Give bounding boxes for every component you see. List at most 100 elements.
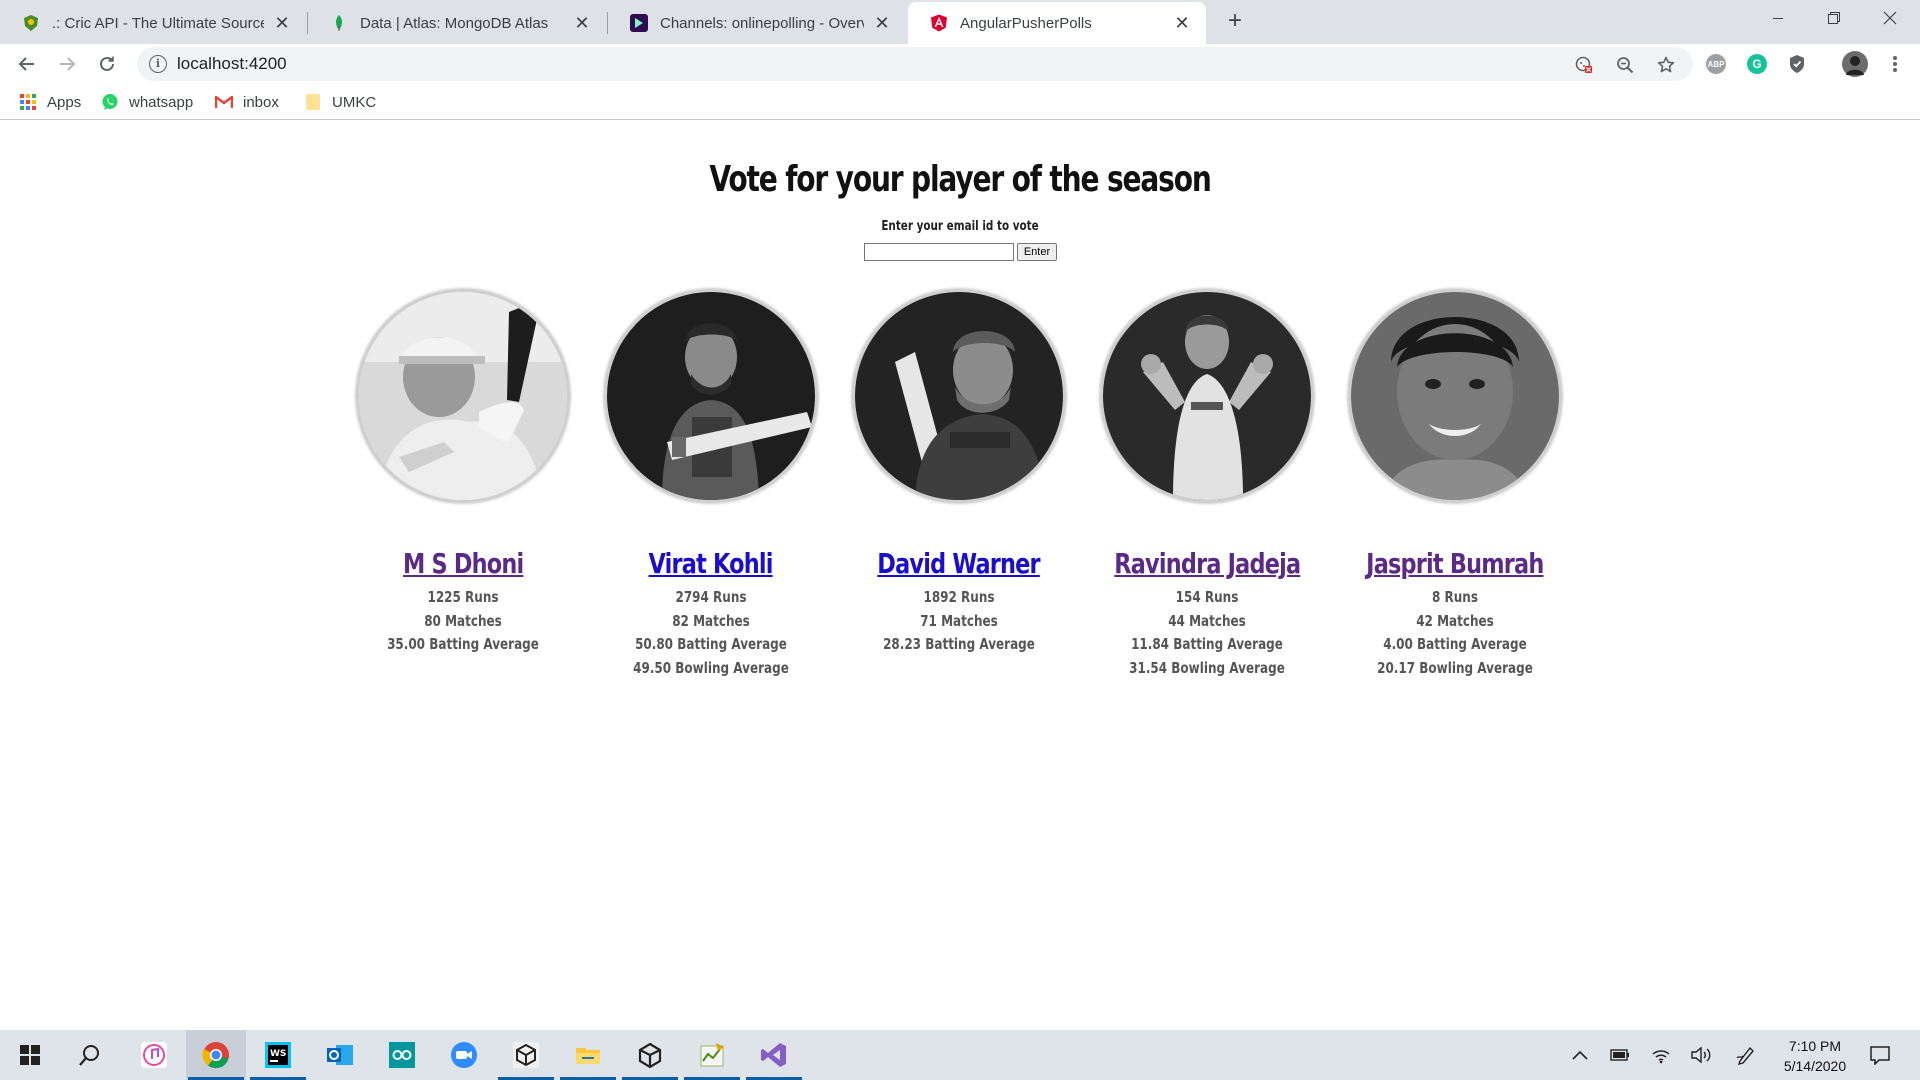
- player-photo[interactable]: [1348, 289, 1562, 503]
- enter-button[interactable]: Enter: [1017, 243, 1057, 261]
- visual-studio-icon: [761, 1043, 786, 1067]
- player-stats: 1225 Runs 80 Matches 35.00 Batting Avera…: [339, 586, 587, 657]
- network-status[interactable]: [1645, 1030, 1677, 1080]
- adblock-plus-icon[interactable]: ABP: [1706, 54, 1726, 74]
- close-window-button[interactable]: [1862, 0, 1918, 36]
- player-photo[interactable]: [852, 289, 1066, 503]
- tab-title: .: Cric API - The Ultimate Source f: [52, 14, 264, 32]
- bookmark-whatsapp[interactable]: whatsapp: [101, 92, 193, 112]
- page-title: Vote for your player of the season: [709, 159, 1211, 200]
- player-stat: 1225 Runs: [427, 588, 499, 606]
- taskbar-unity-1[interactable]: [496, 1030, 556, 1080]
- start-button[interactable]: [0, 1030, 60, 1080]
- address-bar[interactable]: i localhost:4200: [137, 47, 1693, 81]
- player-name-link[interactable]: Jasprit Bumrah: [1366, 547, 1544, 580]
- player-name-link[interactable]: Ravindra Jadeja: [1114, 547, 1301, 580]
- chevron-up-icon: [1572, 1050, 1588, 1060]
- chrome-menu-button[interactable]: [1881, 50, 1909, 78]
- restore-window-button[interactable]: [1806, 0, 1862, 36]
- tab-angular-pusher-polls[interactable]: AngularPusherPolls ✕: [908, 2, 1206, 44]
- chart-app-icon: [700, 1043, 724, 1067]
- player-stat: 49.50 Bowling Average: [633, 658, 789, 677]
- taskbar-outlook[interactable]: [310, 1030, 370, 1080]
- bookmark-umkc-folder[interactable]: UMKC: [304, 92, 376, 112]
- battery-status[interactable]: [1604, 1030, 1636, 1080]
- clock-date: 5/14/2020: [1783, 1058, 1847, 1074]
- tab-title: Data | Atlas: MongoDB Atlas: [360, 14, 549, 32]
- back-button[interactable]: [13, 50, 41, 78]
- volume-control[interactable]: [1685, 1030, 1717, 1080]
- player-stat: 82 Matches: [672, 611, 750, 630]
- itunes-icon: [141, 1042, 167, 1068]
- grammarly-icon[interactable]: G: [1747, 54, 1767, 74]
- tab-title: Channels: onlinepolling - Overvie: [660, 14, 864, 32]
- tab-title: AngularPusherPolls: [960, 14, 1092, 32]
- taskbar-clock[interactable]: 7:10 PM 5/14/2020: [1765, 1036, 1865, 1076]
- taskbar-visual-studio[interactable]: [744, 1030, 804, 1080]
- pen-icon: [1736, 1046, 1754, 1065]
- tab-close-icon[interactable]: ✕: [272, 13, 292, 33]
- bookmark-star-icon[interactable]: [1657, 56, 1675, 74]
- bookmark-apps[interactable]: Apps: [19, 92, 81, 112]
- taskbar-unity-2[interactable]: [620, 1030, 680, 1080]
- player-stat: 2794 Runs: [675, 588, 747, 606]
- reload-button[interactable]: [93, 50, 121, 78]
- search-button[interactable]: [60, 1030, 120, 1080]
- player-stats: 154 Runs 44 Matches 11.84 Batting Averag…: [1083, 586, 1331, 680]
- taskbar-itunes[interactable]: [124, 1030, 184, 1080]
- bookmark-label: inbox: [243, 93, 279, 111]
- cricapi-favicon-icon: [22, 14, 40, 32]
- player-stat: 28.23 Batting Average: [883, 635, 1035, 653]
- tab-mongodb-atlas[interactable]: Data | Atlas: MongoDB Atlas ✕: [308, 2, 606, 44]
- tab-cricapi[interactable]: .: Cric API - The Ultimate Source f ✕: [0, 2, 306, 44]
- player-card-jadeja: Ravindra Jadeja 154 Runs 44 Matches 11.8…: [1083, 289, 1331, 680]
- profile-avatar[interactable]: [1842, 51, 1868, 77]
- file-explorer-icon: [576, 1048, 600, 1064]
- player-card-kohli: Virat Kohli 2794 Runs 82 Matches 50.80 B…: [587, 289, 835, 680]
- player-stat: 4.00 Batting Average: [1383, 635, 1527, 653]
- bookmark-label: UMKC: [332, 93, 377, 111]
- player-card-warner: David Warner 1892 Runs 71 Matches 28.23 …: [835, 289, 1083, 657]
- chrome-icon: [202, 1042, 229, 1069]
- taskbar-file-explorer[interactable]: [558, 1030, 618, 1080]
- site-info-icon[interactable]: i: [149, 55, 167, 73]
- pen-workspace-button[interactable]: [1730, 1030, 1762, 1080]
- player-name-link[interactable]: M S Dhoni: [403, 547, 524, 580]
- player-stat: 8 Runs: [1432, 588, 1478, 606]
- action-center-button[interactable]: [1862, 1030, 1898, 1080]
- wifi-icon: [1652, 1050, 1670, 1064]
- angular-icon: [930, 14, 948, 32]
- clock-time: 7:10 PM: [1788, 1038, 1842, 1054]
- url-text[interactable]: localhost:4200: [177, 54, 287, 74]
- show-hidden-icons-button[interactable]: [1564, 1030, 1596, 1080]
- player-photo[interactable]: [604, 289, 818, 503]
- player-stat: 31.54 Bowling Average: [1129, 658, 1285, 677]
- taskbar-zoom[interactable]: [434, 1030, 494, 1080]
- gmail-icon: [215, 93, 233, 111]
- email-input[interactable]: [864, 243, 1014, 261]
- blocked-cookies-icon[interactable]: [1575, 56, 1593, 74]
- taskbar-arduino[interactable]: [372, 1030, 432, 1080]
- taskbar-webstorm[interactable]: WS: [248, 1030, 308, 1080]
- player-photo[interactable]: [1100, 289, 1314, 503]
- forward-button[interactable]: [53, 50, 81, 78]
- player-stat: 35.00 Batting Average: [387, 635, 539, 653]
- player-photo[interactable]: [356, 289, 570, 503]
- pusher-icon: [630, 14, 648, 32]
- tab-strip: .: Cric API - The Ultimate Source f ✕ Da…: [0, 0, 1920, 44]
- zoom-icon[interactable]: [1616, 56, 1634, 74]
- tab-close-icon[interactable]: ✕: [1172, 13, 1192, 33]
- shield-extension-icon[interactable]: [1787, 54, 1807, 74]
- player-name-link[interactable]: David Warner: [878, 547, 1041, 580]
- tab-pusher-channels[interactable]: Channels: onlinepolling - Overvie ✕: [608, 2, 906, 44]
- taskbar-chrome[interactable]: [186, 1030, 246, 1080]
- new-tab-button[interactable]: +: [1221, 8, 1249, 36]
- player-name-link[interactable]: Virat Kohli: [649, 547, 774, 580]
- tab-close-icon[interactable]: ✕: [572, 13, 592, 33]
- tab-close-icon[interactable]: ✕: [872, 13, 892, 33]
- minimize-window-button[interactable]: [1750, 0, 1806, 36]
- zoom-app-icon: [451, 1042, 477, 1068]
- taskbar-chart-app[interactable]: [682, 1030, 742, 1080]
- bookmark-inbox[interactable]: inbox: [215, 92, 279, 112]
- back-arrow-icon: [18, 57, 34, 71]
